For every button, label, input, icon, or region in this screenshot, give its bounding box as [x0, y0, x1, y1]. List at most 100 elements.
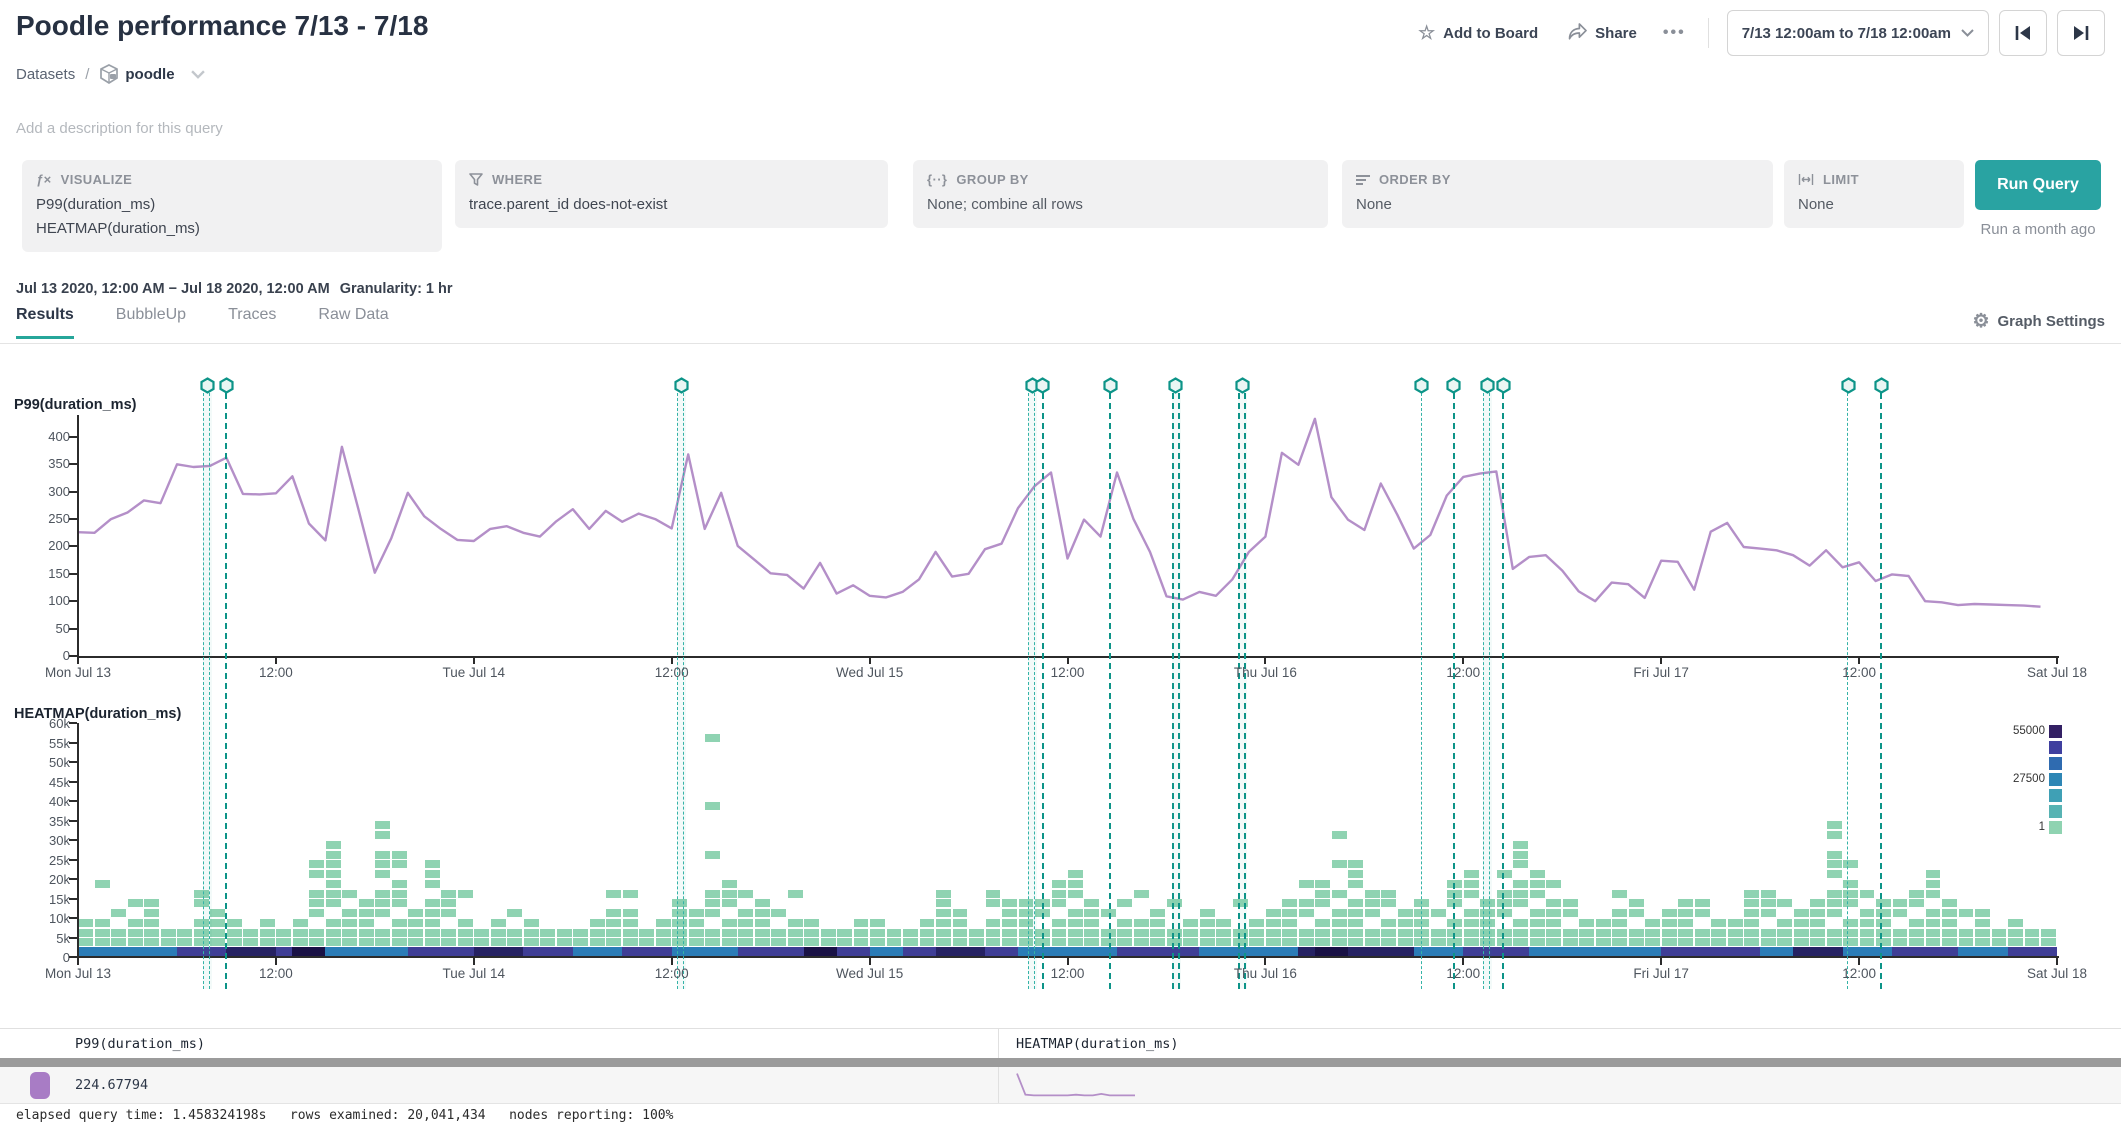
tab-traces[interactable]: Traces [228, 306, 276, 339]
heatmap-cell[interactable] [771, 938, 786, 946]
heatmap-cell[interactable] [293, 938, 308, 946]
heatmap-cell[interactable] [1497, 899, 1512, 907]
heatmap-cell[interactable] [1431, 909, 1446, 917]
heatmap-cell[interactable] [936, 938, 951, 946]
heatmap-cell[interactable] [1381, 919, 1396, 927]
heatmap-cell[interactable] [837, 938, 852, 946]
limit-panel[interactable]: LIMIT None [1784, 160, 1964, 228]
heatmap-cell[interactable] [1596, 919, 1611, 927]
heatmap-cell[interactable] [144, 929, 159, 937]
heatmap-cell[interactable] [953, 929, 968, 937]
heatmap-cell[interactable] [2025, 938, 2040, 946]
breadcrumb-datasets[interactable]: Datasets [16, 66, 75, 83]
group-by-panel[interactable]: {··} GROUP BY None; combine all rows [913, 160, 1328, 228]
heatmap-cell[interactable] [870, 929, 885, 937]
heatmap-cell[interactable] [1893, 909, 1908, 917]
heatmap-cell[interactable] [375, 909, 390, 917]
heatmap-cell[interactable] [936, 909, 951, 917]
heatmap-cell[interactable] [1695, 938, 1710, 946]
heatmap-cell[interactable] [342, 909, 357, 917]
heatmap-cell[interactable] [788, 919, 803, 927]
heatmap-cell[interactable] [639, 938, 654, 946]
heatmap-cell[interactable] [1843, 938, 1858, 946]
heatmap-cell[interactable] [1827, 899, 1842, 907]
heatmap-cell[interactable] [639, 929, 654, 937]
heatmap-cell[interactable] [738, 909, 753, 917]
heatmap-cell[interactable] [1546, 929, 1561, 937]
heatmap-cell[interactable] [1068, 880, 1083, 888]
heatmap-bottom-band[interactable] [78, 947, 2057, 956]
duration-heatmap[interactable] [78, 723, 2057, 957]
heatmap-cell[interactable] [1068, 909, 1083, 917]
heatmap-cell[interactable] [1464, 929, 1479, 937]
heatmap-cell[interactable] [1843, 929, 1858, 937]
heatmap-cell[interactable] [689, 919, 704, 927]
heatmap-cell[interactable] [227, 929, 242, 937]
heatmap-cell[interactable] [359, 929, 374, 937]
heatmap-cell[interactable] [1975, 919, 1990, 927]
heatmap-cell[interactable] [1711, 929, 1726, 937]
heatmap-cell[interactable] [1315, 929, 1330, 937]
heatmap-cell[interactable] [1662, 929, 1677, 937]
order-by-panel[interactable]: ORDER BY None [1342, 160, 1773, 228]
heatmap-cell[interactable] [111, 909, 126, 917]
heatmap-cell[interactable] [1299, 929, 1314, 937]
heatmap-cell[interactable] [1134, 890, 1149, 898]
heatmap-cell[interactable] [755, 929, 770, 937]
heatmap-cell[interactable] [705, 734, 720, 742]
heatmap-cell[interactable] [1464, 919, 1479, 927]
heatmap-cell[interactable] [755, 909, 770, 917]
heatmap-cell[interactable] [1183, 929, 1198, 937]
heatmap-cell[interactable] [1942, 929, 1957, 937]
heatmap-cell[interactable] [953, 938, 968, 946]
heatmap-cell[interactable] [1282, 929, 1297, 937]
heatmap-cell[interactable] [1662, 909, 1677, 917]
heatmap-cell[interactable] [1200, 929, 1215, 937]
heatmap-cell[interactable] [260, 929, 275, 937]
heatmap-cell[interactable] [392, 929, 407, 937]
heatmap-cell[interactable] [1876, 909, 1891, 917]
heatmap-cell[interactable] [1761, 929, 1776, 937]
heatmap-cell[interactable] [1827, 860, 1842, 868]
heatmap-cell[interactable] [1744, 899, 1759, 907]
heatmap-cell[interactable] [1002, 899, 1017, 907]
heatmap-cell[interactable] [2041, 938, 2056, 946]
heatmap-cell[interactable] [1678, 909, 1693, 917]
heatmap-cell[interactable] [408, 929, 423, 937]
heatmap-cell[interactable] [1332, 831, 1347, 839]
heatmap-cell[interactable] [161, 929, 176, 937]
heatmap-cell[interactable] [326, 890, 341, 898]
heatmap-cell[interactable] [1332, 938, 1347, 946]
heatmap-cell[interactable] [79, 929, 94, 937]
heatmap-cell[interactable] [441, 909, 456, 917]
visualize-panel[interactable]: ƒ× VISUALIZE P99(duration_ms) HEATMAP(du… [22, 160, 442, 252]
heatmap-cell[interactable] [79, 938, 94, 946]
heatmap-cell[interactable] [705, 938, 720, 946]
heatmap-cell[interactable] [953, 909, 968, 917]
heatmap-cell[interactable] [887, 929, 902, 937]
heatmap-cell[interactable] [1513, 860, 1528, 868]
heatmap-cell[interactable] [936, 899, 951, 907]
heatmap-cell[interactable] [128, 899, 143, 907]
heatmap-cell[interactable] [854, 919, 869, 927]
heatmap-cell[interactable] [1332, 929, 1347, 937]
heatmap-cell[interactable] [144, 899, 159, 907]
heatmap-cell[interactable] [1398, 929, 1413, 937]
heatmap-cell[interactable] [738, 929, 753, 937]
heatmap-cell[interactable] [293, 929, 308, 937]
heatmap-cell[interactable] [1777, 929, 1792, 937]
heatmap-cell[interactable] [722, 919, 737, 927]
heatmap-cell[interactable] [1546, 938, 1561, 946]
heatmap-cell[interactable] [524, 929, 539, 937]
heatmap-cell[interactable] [1348, 860, 1363, 868]
heatmap-cell[interactable] [326, 938, 341, 946]
heatmap-cell[interactable] [1315, 899, 1330, 907]
heatmap-cell[interactable] [392, 919, 407, 927]
heatmap-cell[interactable] [540, 938, 555, 946]
heatmap-cell[interactable] [1992, 929, 2007, 937]
heatmap-cell[interactable] [1134, 938, 1149, 946]
heatmap-cell[interactable] [1563, 899, 1578, 907]
heatmap-cell[interactable] [771, 909, 786, 917]
heatmap-cell[interactable] [1068, 919, 1083, 927]
heatmap-cell[interactable] [458, 890, 473, 898]
